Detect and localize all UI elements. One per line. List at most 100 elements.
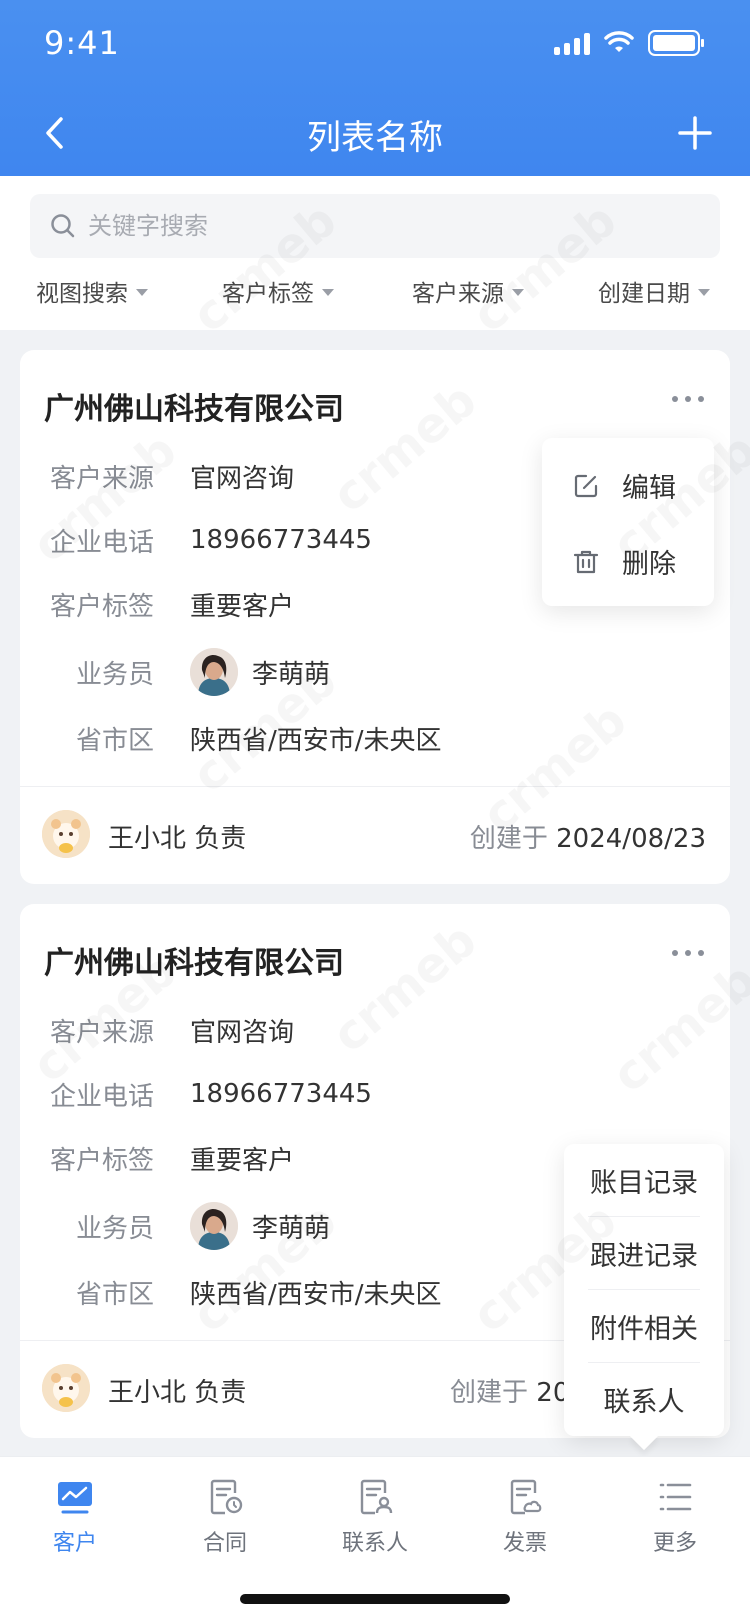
delete-label: 删除 — [622, 549, 676, 580]
edit-icon — [574, 474, 598, 497]
filter-customer-source[interactable]: 客户来源 — [412, 274, 524, 308]
plus-icon — [678, 116, 712, 150]
battery-icon — [648, 30, 704, 56]
field-row-source: 客户来源 官网咨询 — [20, 1010, 520, 1050]
salesperson-avatar — [190, 648, 238, 696]
company-name: 广州佛山科技有限公司 — [44, 392, 344, 427]
add-button[interactable] — [670, 108, 720, 158]
field-label: 客户来源 — [49, 463, 154, 494]
tab-label: 联系人 — [341, 1531, 408, 1556]
field-label: 业务员 — [75, 1213, 154, 1244]
field-row-region: 省市区 陕西省/西安市/未央区 — [20, 718, 520, 758]
home-indicator — [240, 1594, 510, 1604]
field-label: 客户标签 — [49, 591, 154, 622]
tab-contacts[interactable]: 联系人 — [300, 1477, 450, 1557]
field-value: 陕西省/西安市/未央区 — [190, 725, 442, 756]
tab-invoices[interactable]: 发票 — [450, 1477, 600, 1557]
field-label: 企业电话 — [49, 1081, 154, 1112]
created-prefix: 创建于 — [469, 824, 548, 854]
caret-down-icon — [136, 288, 148, 296]
field-value: 重要客户 — [190, 591, 295, 622]
field-value: 陕西省/西安市/未央区 — [190, 1279, 442, 1310]
field-label: 企业电话 — [49, 527, 154, 558]
field-row-tag: 客户标签 重要客户 — [20, 584, 520, 624]
owner-name: 王小北 负责 — [108, 824, 247, 854]
created-date: 创建于 2024/08/23 — [470, 818, 706, 855]
search-box[interactable] — [30, 194, 720, 258]
status-bar: 9:41 — [0, 0, 750, 90]
tab-label: 发票 — [502, 1531, 547, 1556]
field-label: 客户来源 — [49, 1017, 154, 1048]
signal-icon — [554, 31, 590, 55]
filter-label: 创建日期 — [598, 281, 690, 307]
salesperson-avatar — [190, 1202, 238, 1250]
company-name: 广州佛山科技有限公司 — [44, 946, 344, 981]
trash-icon — [573, 550, 599, 573]
caret-down-icon — [322, 288, 334, 296]
field-row-phone: 企业电话 18966773445 — [20, 1074, 520, 1114]
filter-view-search[interactable]: 视图搜索 — [36, 274, 148, 308]
search-filter-area: 视图搜索 客户标签 客户来源 创建日期 — [0, 176, 750, 330]
status-icons — [554, 30, 704, 56]
owner-avatar — [42, 1364, 90, 1412]
filter-created-date[interactable]: 创建日期 — [598, 274, 710, 308]
monitor-chart-icon — [58, 1482, 92, 1514]
contract-icon — [210, 1479, 243, 1515]
field-row-region: 省市区 陕西省/西安市/未央区 — [20, 1272, 520, 1312]
card-footer: 王小北 负责 创建于 2024/08/23 — [20, 788, 730, 878]
field-value: 18966773445 — [190, 525, 372, 555]
tab-label: 合同 — [202, 1531, 247, 1556]
search-input[interactable] — [88, 212, 688, 240]
action-popover: 编辑 删除 — [542, 438, 714, 606]
search-icon — [51, 214, 75, 238]
caret-down-icon — [698, 288, 710, 296]
salesperson-name: 李萌萌 — [252, 1213, 331, 1244]
field-label: 客户标签 — [49, 1145, 154, 1176]
menu-item-contacts[interactable]: 联系人 — [588, 1363, 700, 1435]
field-row-source: 客户来源 官网咨询 — [20, 456, 520, 496]
filter-label: 客户标签 — [222, 281, 314, 307]
more-options-button[interactable] — [672, 950, 704, 956]
tab-contracts[interactable]: 合同 — [150, 1477, 300, 1557]
caret-down-icon — [512, 288, 524, 296]
tab-customers[interactable]: 客户 — [0, 1477, 150, 1557]
owner-name: 王小北 负责 — [108, 1378, 247, 1408]
created-prefix: 创建于 — [450, 1378, 529, 1408]
filter-bar: 视图搜索 客户标签 客户来源 创建日期 — [0, 268, 750, 318]
more-menu-popover: 账目记录 跟进记录 附件相关 联系人 — [564, 1144, 724, 1436]
field-row-phone: 企业电话 18966773445 — [20, 520, 520, 560]
created-date: 创建于 20 — [450, 1372, 569, 1409]
field-label: 省市区 — [75, 725, 154, 756]
contact-doc-icon — [360, 1479, 393, 1515]
invoice-icon — [510, 1479, 542, 1515]
field-value: 18966773445 — [190, 1079, 372, 1109]
tab-label: 客户 — [52, 1531, 97, 1556]
filter-label: 客户来源 — [412, 281, 504, 307]
page-title: 列表名称 — [307, 118, 443, 158]
filter-customer-tag[interactable]: 客户标签 — [222, 274, 334, 308]
field-label: 省市区 — [75, 1279, 154, 1310]
owner-avatar — [42, 810, 90, 858]
field-value: 李萌萌 — [190, 1202, 330, 1250]
field-row-salesperson: 业务员 李萌萌 — [20, 1202, 520, 1250]
customer-card[interactable]: 广州佛山科技有限公司 客户来源 官网咨询 企业电话 18966773445 客户… — [20, 350, 730, 884]
field-label: 业务员 — [75, 659, 154, 690]
filter-label: 视图搜索 — [36, 281, 128, 307]
menu-item-account-records[interactable]: 账目记录 — [588, 1144, 700, 1216]
more-options-button[interactable] — [672, 396, 704, 402]
edit-label: 编辑 — [622, 473, 676, 504]
salesperson-name: 李萌萌 — [252, 659, 331, 690]
created-value: 2024/08/23 — [556, 824, 706, 854]
tab-more[interactable]: 更多 — [600, 1477, 750, 1557]
field-value: 官网咨询 — [190, 463, 295, 494]
field-row-tag: 客户标签 重要客户 — [20, 1138, 520, 1178]
field-value: 重要客户 — [190, 1145, 295, 1176]
field-value: 官网咨询 — [190, 1017, 295, 1048]
status-time: 9:41 — [44, 24, 120, 62]
delete-action[interactable]: 删除 — [572, 542, 676, 581]
app-header: 9:41 列表名称 — [0, 0, 750, 176]
menu-item-follow-up-records[interactable]: 跟进记录 — [588, 1217, 700, 1289]
list-icon — [659, 1483, 692, 1511]
menu-item-attachments[interactable]: 附件相关 — [588, 1290, 700, 1362]
edit-action[interactable]: 编辑 — [572, 466, 676, 505]
